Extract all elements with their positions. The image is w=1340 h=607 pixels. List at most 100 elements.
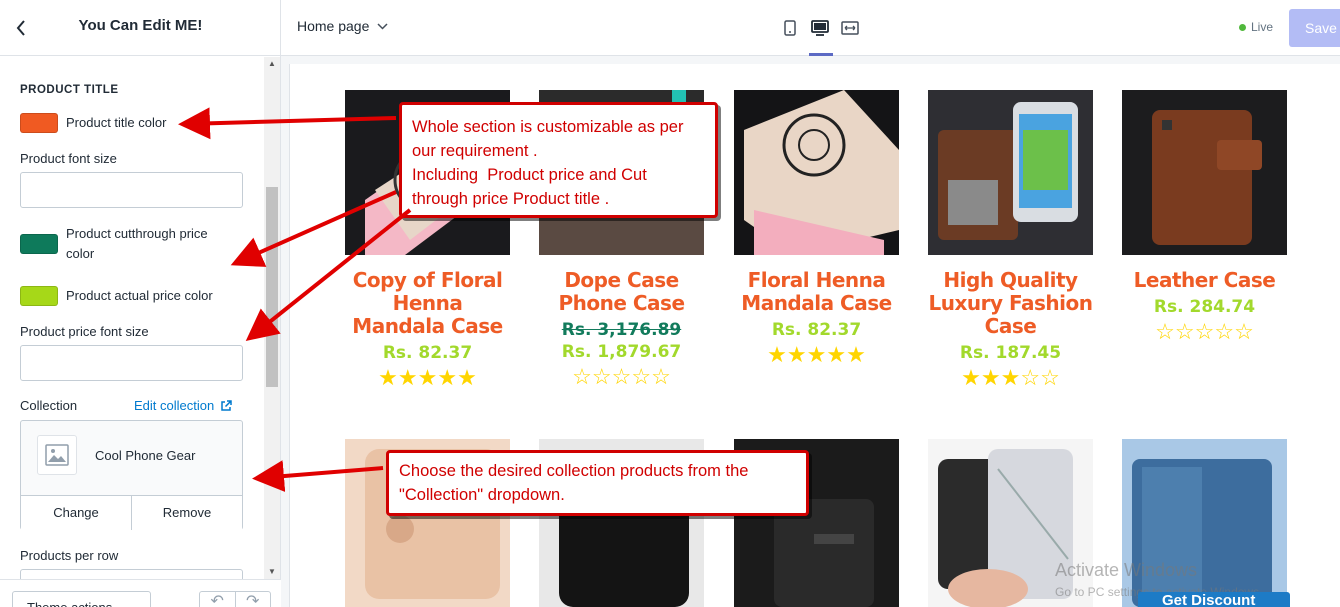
title-color-label: Product title color: [66, 115, 167, 130]
star-filled-icon: ★: [378, 365, 398, 390]
scroll-down-icon[interactable]: ▼: [264, 565, 280, 579]
star-empty-icon: ☆: [631, 364, 652, 389]
product-card[interactable]: Leather Case Rs. 284.74 ☆☆☆☆☆: [1122, 90, 1287, 345]
actual-color-label: Product actual price color: [66, 288, 213, 303]
star-empty-icon: ☆: [1040, 365, 1060, 390]
price-font-label: Product price font size: [20, 324, 149, 339]
product-cut-price: Rs. 3,176.89: [561, 320, 682, 340]
external-link-icon: [221, 399, 232, 411]
star-filled-icon: ★: [846, 342, 866, 367]
scroll-thumb[interactable]: [266, 187, 278, 387]
star-empty-icon: ☆: [1214, 319, 1235, 344]
actual-color-swatch[interactable]: [20, 286, 58, 306]
cut-color-setting[interactable]: Product cutthrough price color: [20, 224, 236, 264]
image-placeholder-icon: [37, 435, 77, 475]
product-price: Rs. 187.45: [959, 343, 1062, 363]
product-card[interactable]: Floral Henna Mandala Case Rs. 82.37 ★★★★…: [734, 90, 899, 368]
chevron-down-icon: [377, 22, 388, 30]
theme-editor: You Can Edit ME! PRODUCT TITLE Product t…: [0, 0, 1340, 607]
star-filled-icon: ★: [961, 365, 981, 390]
callout-collection: Choose the desired collection products f…: [386, 450, 809, 516]
cut-color-label: Product cutthrough price color: [66, 226, 208, 261]
activate-windows-watermark: Activate Windows: [1055, 560, 1198, 580]
live-status: Live: [1239, 20, 1273, 34]
settings-sidebar: You Can Edit ME! PRODUCT TITLE Product t…: [0, 0, 281, 607]
save-button[interactable]: Save: [1289, 9, 1340, 47]
price-font-input[interactable]: [20, 345, 243, 381]
collection-actions: Change Remove: [21, 495, 242, 530]
star-empty-icon: ☆: [611, 364, 632, 389]
actual-color-setting[interactable]: Product actual price color: [20, 286, 213, 306]
settings-panel: PRODUCT TITLE Product title color Produc…: [0, 57, 264, 579]
star-filled-icon: ★: [457, 365, 477, 390]
star-filled-icon: ★: [786, 342, 807, 367]
product-price: Rs. 82.37: [382, 343, 473, 363]
star-filled-icon: ★: [806, 342, 827, 367]
star-empty-icon: ☆: [572, 364, 592, 389]
section-heading: PRODUCT TITLE: [20, 84, 119, 96]
desktop-view-icon[interactable]: [805, 0, 835, 56]
product-price: Rs. 284.74: [1153, 297, 1256, 317]
product-price: Rs. 1,879.67: [561, 342, 682, 362]
product-price: Rs. 82.37: [771, 320, 862, 340]
rating-stars: ☆☆☆☆☆: [539, 364, 704, 390]
collection-label: Collection: [20, 398, 78, 413]
product-title[interactable]: Dope Case Phone Case: [539, 269, 704, 315]
font-size-input[interactable]: [20, 172, 243, 208]
collection-picker: Cool Phone Gear Change Remove: [20, 420, 243, 530]
undo-redo-group: ↶ ↷: [199, 591, 271, 607]
star-empty-icon: ☆: [1155, 319, 1175, 344]
product-image[interactable]: [1122, 90, 1287, 255]
sidebar-footer: Theme actions ↶ ↷: [0, 579, 281, 607]
cut-color-swatch[interactable]: [20, 234, 58, 254]
live-label: Live: [1251, 20, 1274, 34]
star-empty-icon: ☆: [651, 364, 671, 389]
star-empty-icon: ☆: [1194, 319, 1215, 344]
edit-collection-link[interactable]: Edit collection: [134, 398, 232, 413]
rating-stars: ★★★☆☆: [928, 365, 1093, 391]
device-switcher: [775, 0, 865, 56]
per-row-label: Products per row: [20, 548, 119, 563]
product-image[interactable]: [1122, 439, 1287, 607]
product-image[interactable]: [928, 90, 1093, 255]
star-filled-icon: ★: [1000, 365, 1021, 390]
star-filled-icon: ★: [437, 365, 458, 390]
change-collection-button[interactable]: Change: [21, 496, 131, 530]
callout-customizable: Whole section is customizable as per our…: [399, 102, 718, 218]
collection-name: Cool Phone Gear: [95, 448, 196, 463]
redo-icon[interactable]: ↷: [234, 592, 271, 607]
product-title[interactable]: Leather Case: [1122, 269, 1287, 292]
star-filled-icon: ★: [980, 365, 1001, 390]
undo-icon[interactable]: ↶: [200, 592, 235, 607]
product-image[interactable]: [734, 90, 899, 255]
title-color-setting[interactable]: Product title color: [20, 113, 166, 133]
star-empty-icon: ☆: [1020, 365, 1041, 390]
scroll-up-icon[interactable]: ▲: [264, 57, 280, 71]
mobile-view-icon[interactable]: [775, 0, 805, 56]
get-discount-button[interactable]: Get Discount: [1138, 592, 1290, 607]
product-title[interactable]: Floral Henna Mandala Case: [734, 269, 899, 315]
edit-collection-text: Edit collection: [134, 398, 215, 413]
page-selector-label: Home page: [297, 18, 370, 34]
remove-collection-button[interactable]: Remove: [131, 496, 242, 530]
theme-actions-button[interactable]: Theme actions: [12, 591, 151, 607]
top-bar: Home page Live Save: [281, 0, 1340, 56]
per-row-select[interactable]: [20, 569, 243, 579]
fullscreen-view-icon[interactable]: [835, 0, 865, 56]
sidebar-header: You Can Edit ME!: [0, 0, 281, 56]
star-filled-icon: ★: [397, 365, 418, 390]
product-title[interactable]: High Quality Luxury Fashion Case: [928, 269, 1093, 338]
star-empty-icon: ☆: [591, 364, 612, 389]
star-empty-icon: ☆: [1234, 319, 1254, 344]
page-selector[interactable]: Home page: [297, 18, 388, 34]
rating-stars: ★★★★★: [734, 342, 899, 368]
title-color-swatch[interactable]: [20, 113, 58, 133]
product-card[interactable]: High Quality Luxury Fashion Case Rs. 187…: [928, 90, 1093, 391]
product-title[interactable]: Copy of Floral Henna Mandala Case: [345, 269, 510, 338]
sidebar-title: You Can Edit ME!: [78, 17, 203, 34]
live-dot-icon: [1239, 23, 1246, 31]
sidebar-scrollbar[interactable]: ▲ ▼: [264, 57, 280, 579]
product-image[interactable]: [928, 439, 1093, 607]
star-filled-icon: ★: [767, 342, 787, 367]
star-filled-icon: ★: [826, 342, 847, 367]
